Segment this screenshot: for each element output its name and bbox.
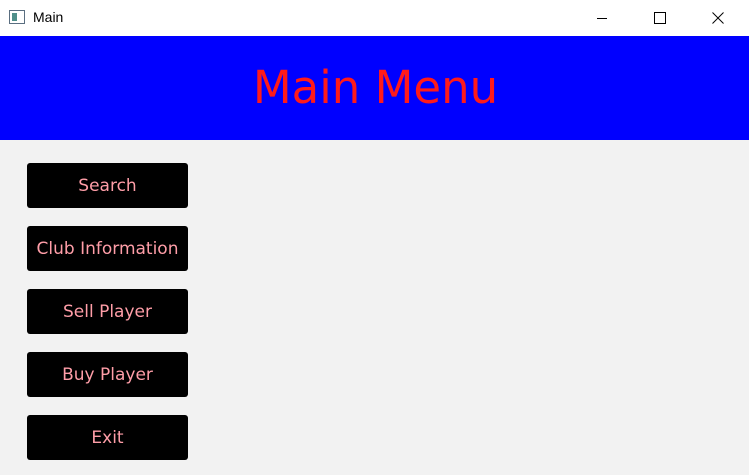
- close-button[interactable]: [689, 0, 747, 36]
- maximize-button[interactable]: [631, 0, 689, 36]
- app-window-icon: [9, 10, 25, 24]
- club-information-button-label: Club Information: [36, 238, 179, 259]
- minimize-button[interactable]: [573, 0, 631, 36]
- minimize-icon: [597, 18, 607, 19]
- window-title: Main: [33, 9, 64, 25]
- header-banner: Main Menu: [0, 36, 749, 140]
- exit-button[interactable]: Exit: [27, 415, 188, 460]
- main-window: Main Main Menu Search Club Information S…: [0, 0, 749, 475]
- club-information-button[interactable]: Club Information: [27, 226, 188, 271]
- close-icon: [712, 12, 724, 24]
- search-button-label: Search: [78, 175, 137, 196]
- sell-player-button[interactable]: Sell Player: [27, 289, 188, 334]
- app-icon-inner: [12, 13, 17, 21]
- buy-player-button-label: Buy Player: [62, 364, 153, 385]
- page-title: Main Menu: [252, 61, 499, 114]
- maximize-icon: [654, 12, 666, 24]
- sell-player-button-label: Sell Player: [62, 301, 152, 322]
- title-bar[interactable]: Main: [0, 0, 749, 36]
- buy-player-button[interactable]: Buy Player: [27, 352, 188, 397]
- exit-button-label: Exit: [91, 427, 124, 448]
- search-button[interactable]: Search: [27, 163, 188, 208]
